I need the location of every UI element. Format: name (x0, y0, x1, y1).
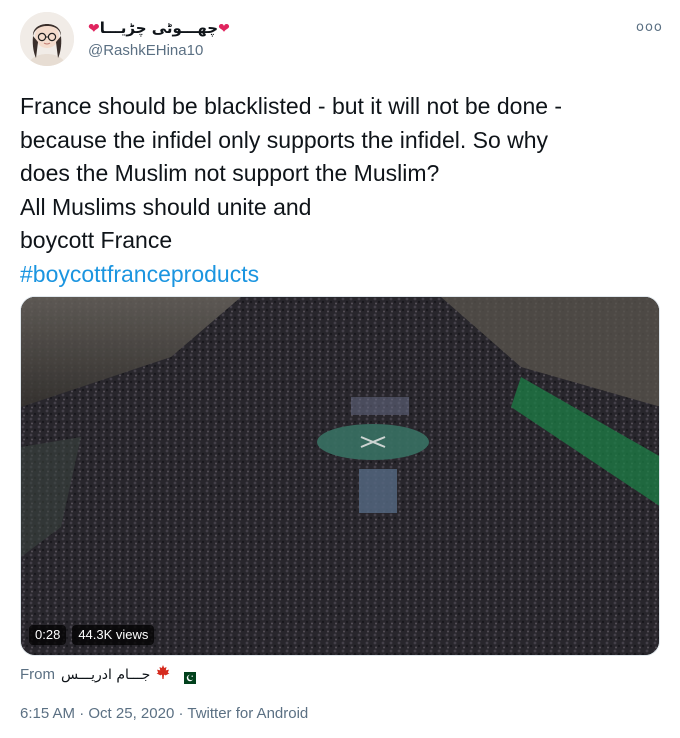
tweet-card: ❤چھـــوٹی چڑیـــا❤ @RashkEHina10 ooo Fra… (0, 0, 680, 738)
hashtag-link[interactable]: #boycottfranceproducts (20, 258, 660, 292)
more-options-icon[interactable]: ooo (636, 20, 662, 36)
source-account-name[interactable]: جـــام ادریـــس (61, 664, 150, 686)
tweet-text-line: because the infidel only supports the in… (20, 126, 549, 153)
tweet-date[interactable]: Oct 25, 2020 (88, 705, 174, 722)
maple-leaf-icon (156, 664, 170, 686)
tweet-header: ❤چھـــوٹی چڑیـــا❤ @RashkEHina10 ooo (20, 12, 662, 70)
meta-separator: · (178, 705, 184, 722)
display-name-text: چھـــوٹی چڑیـــا (99, 19, 219, 37)
tweet-text-line: France should be blacklisted - but it wi… (20, 93, 563, 119)
heart-icon: ❤ (218, 21, 230, 37)
video-thumbnail (21, 297, 659, 655)
tweet-text-line: All Muslims should unite and (20, 193, 312, 220)
pakistan-flag-icon (180, 669, 197, 684)
video-player[interactable]: 0:28 44.3K views (20, 296, 660, 656)
heart-icon: ❤ (88, 21, 100, 37)
tweet-time[interactable]: 6:15 AM (20, 705, 75, 722)
tweet-text-line: boycott France (20, 227, 173, 253)
tweet-metadata: 6:15 AM · Oct 25, 2020 · Twitter for And… (20, 704, 308, 724)
tweet-text: France should be blacklisted - but it wi… (20, 90, 660, 291)
video-overlay: 0:28 44.3K views (29, 625, 155, 645)
quoted-from: From جـــام ادریـــس (20, 664, 197, 686)
meta-separator: · (79, 705, 85, 722)
video-duration: 0:28 (29, 625, 67, 645)
display-name[interactable]: ❤چھـــوٹی چڑیـــا❤ (88, 18, 230, 39)
from-label: From (20, 666, 55, 683)
avatar[interactable] (20, 12, 74, 66)
tweet-text-line: does the Muslim not support the Muslim? (20, 160, 440, 186)
tweet-client[interactable]: Twitter for Android (187, 705, 308, 722)
view-count: 44.3K views (72, 625, 155, 645)
user-handle[interactable]: @RashkEHina10 (88, 41, 230, 61)
author-names: ❤چھـــوٹی چڑیـــا❤ @RashkEHina10 (88, 18, 230, 61)
